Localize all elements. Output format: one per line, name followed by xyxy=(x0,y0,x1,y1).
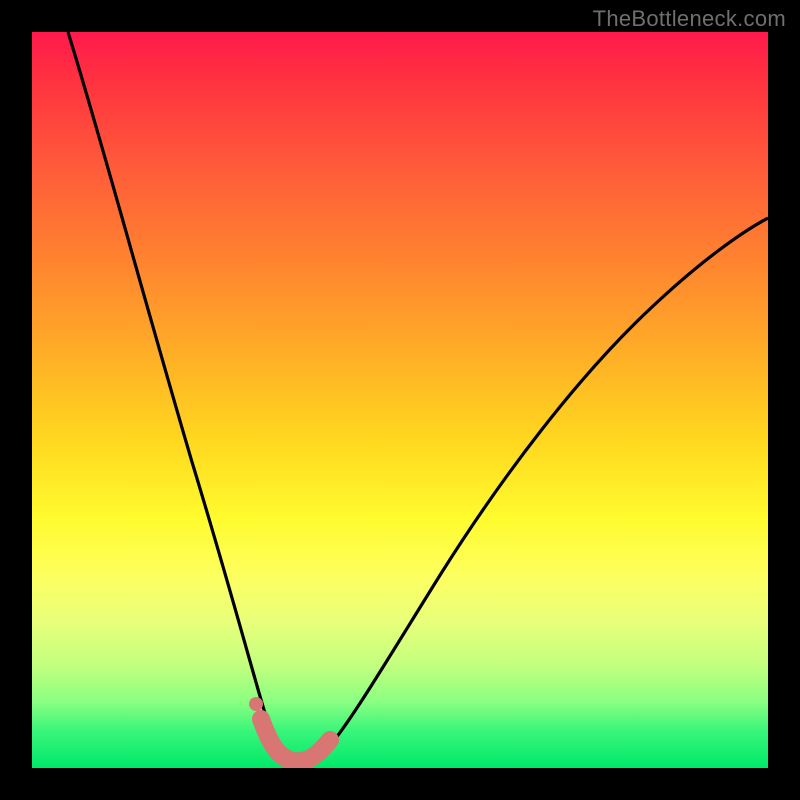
valley-marker xyxy=(261,719,330,761)
watermark-text: TheBottleneck.com xyxy=(593,6,786,32)
chart-plot-area xyxy=(32,32,768,768)
chart-frame: TheBottleneck.com xyxy=(0,0,800,800)
outlier-dot-icon xyxy=(249,697,263,711)
bottleneck-curve xyxy=(32,32,768,768)
curve-path xyxy=(68,32,768,764)
